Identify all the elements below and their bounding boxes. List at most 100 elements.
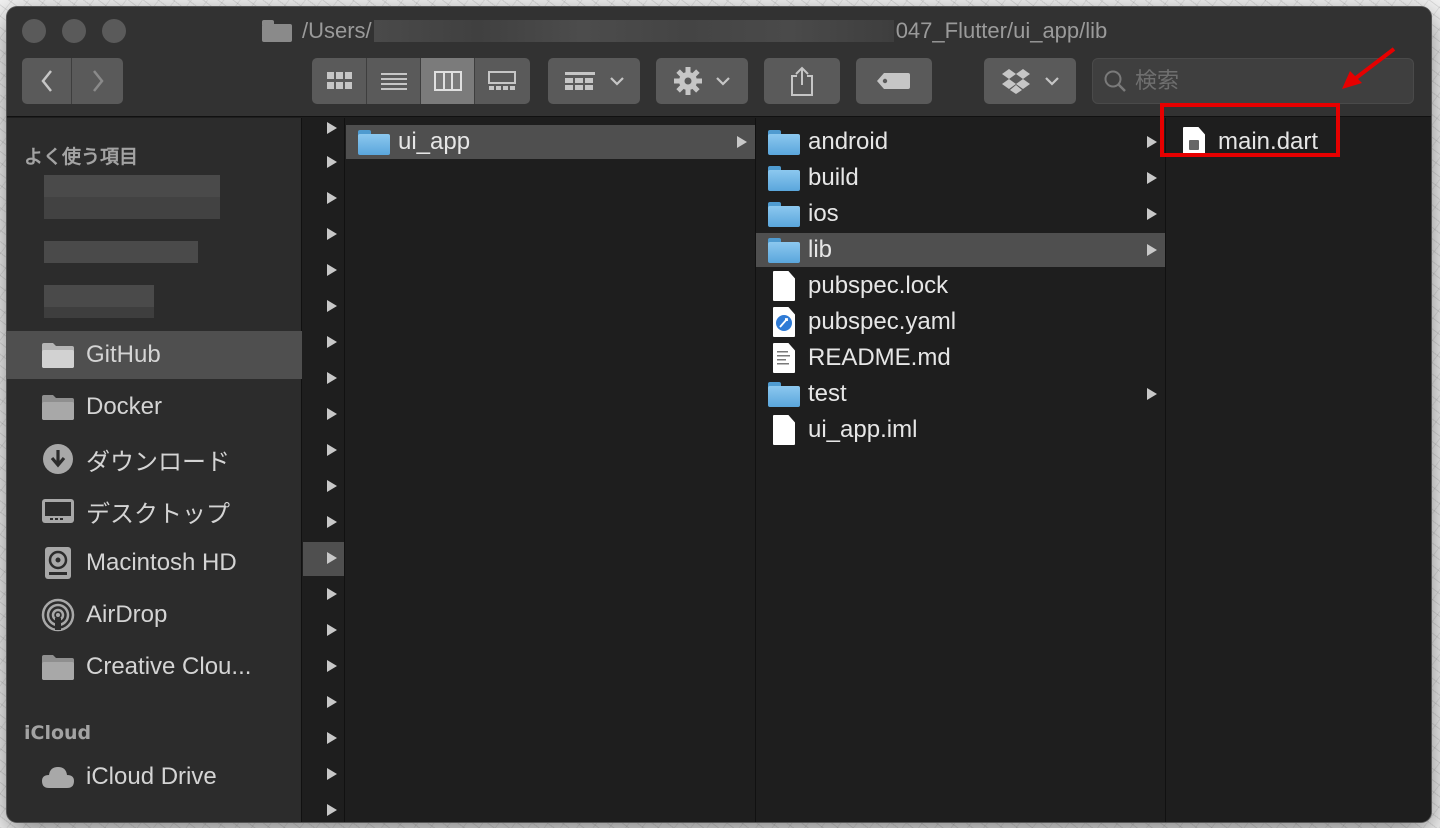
disclosure-arrow — [1147, 388, 1157, 400]
search-icon — [1104, 70, 1126, 92]
icon-view-button[interactable] — [313, 58, 367, 104]
redacted-item — [44, 175, 220, 197]
disclosure-arrow[interactable] — [327, 192, 337, 204]
disclosure-arrow[interactable] — [327, 696, 337, 708]
path-suffix: 047_Flutter/ui_app/lib — [895, 18, 1108, 43]
sidebar-item-label: Creative Clou... — [86, 653, 252, 680]
column-view-button[interactable] — [421, 58, 475, 104]
disclosure-arrow[interactable] — [327, 552, 337, 564]
selected-row — [303, 542, 344, 576]
file-icon — [768, 415, 800, 445]
sidebar-item-docker[interactable]: Docker — [7, 383, 302, 431]
gallery-icon — [488, 71, 516, 90]
disclosure-arrow[interactable] — [327, 588, 337, 600]
disclosure-arrow[interactable] — [327, 768, 337, 780]
highlight-box — [1160, 103, 1340, 157]
sidebar-item-airdrop[interactable]: AirDrop — [7, 591, 302, 639]
sidebar-item-icloud-drive[interactable]: iCloud Drive — [7, 753, 302, 801]
folder-icon — [262, 20, 292, 42]
list-item-android[interactable]: android — [756, 125, 1165, 159]
chevron-right-icon — [92, 70, 104, 92]
sidebar-item-github[interactable]: GitHub — [7, 331, 302, 379]
disclosure-arrow[interactable] — [327, 408, 337, 420]
disclosure-arrow[interactable] — [327, 122, 337, 134]
redacted-item — [44, 197, 220, 219]
cloud-icon — [40, 761, 76, 793]
folder-icon — [40, 651, 76, 683]
list-item-ui-app-iml[interactable]: ui_app.iml — [756, 413, 1165, 447]
disclosure-arrow[interactable] — [327, 516, 337, 528]
sidebar-item-label: デスクトップ — [86, 500, 230, 528]
sidebar-item-macintosh-hd[interactable]: Macintosh HD — [7, 539, 302, 587]
list-item-ios[interactable]: ios — [756, 197, 1165, 231]
gallery-view-button[interactable] — [475, 58, 529, 104]
action-button[interactable] — [656, 58, 748, 104]
share-button[interactable] — [764, 58, 840, 104]
folder-icon — [40, 391, 76, 423]
disclosure-arrow[interactable] — [327, 660, 337, 672]
sidebar-item-label: AirDrop — [86, 601, 168, 628]
folder-icon — [40, 339, 76, 371]
tag-button[interactable] — [856, 58, 932, 104]
item-name: pubspec.yaml — [808, 308, 957, 335]
sidebar-item-downloads[interactable]: ダウンロード — [7, 435, 302, 483]
sidebar-item-label: ダウンロード — [86, 448, 230, 476]
list-item-build[interactable]: build — [756, 161, 1165, 195]
disclosure-arrow[interactable] — [327, 624, 337, 636]
group-grid-icon — [565, 72, 595, 90]
list-item-readme[interactable]: README.md — [756, 341, 1165, 375]
dropbox-button[interactable] — [984, 58, 1076, 104]
redacted-item — [44, 285, 154, 307]
list-item-ui-app[interactable]: ui_app — [346, 125, 755, 159]
item-name: lib — [808, 236, 833, 263]
minimize-window-button[interactable] — [62, 19, 86, 43]
yaml-file-icon — [768, 307, 800, 337]
item-name: build — [808, 164, 859, 191]
folder-icon — [358, 129, 390, 155]
zoom-window-button[interactable] — [102, 19, 126, 43]
close-window-button[interactable] — [22, 19, 46, 43]
item-name: README.md — [808, 344, 951, 371]
column-github: ui_app — [346, 118, 756, 822]
disclosure-arrow[interactable] — [327, 372, 337, 384]
list-item-test[interactable]: test — [756, 377, 1165, 411]
list-item-pubspec-lock[interactable]: pubspec.lock — [756, 269, 1165, 303]
tag-icon — [877, 73, 910, 89]
disclosure-arrow[interactable] — [327, 228, 337, 240]
disclosure-arrow — [1147, 208, 1157, 220]
folder-icon — [768, 201, 800, 227]
column-lib: main.dart — [1166, 118, 1431, 822]
redacted-path — [373, 20, 894, 42]
sidebar: よく使う項目 GitHub Docker ダウンロード デスクトップ Macin… — [7, 118, 302, 822]
back-button[interactable] — [22, 58, 72, 104]
sidebar-item-desktop[interactable]: デスクトップ — [7, 487, 302, 535]
folder-icon — [768, 237, 800, 263]
disclosure-arrow[interactable] — [327, 732, 337, 744]
list-item-lib[interactable]: lib — [756, 233, 1165, 267]
download-icon — [40, 443, 76, 475]
list-item-pubspec-yaml[interactable]: pubspec.yaml — [756, 305, 1165, 339]
share-icon — [791, 66, 813, 96]
disclosure-arrow[interactable] — [327, 444, 337, 456]
disclosure-arrow[interactable] — [327, 156, 337, 168]
file-icon — [768, 271, 800, 301]
disclosure-arrow[interactable] — [327, 804, 337, 816]
group-button[interactable] — [548, 58, 640, 104]
desktop-icon — [40, 495, 76, 527]
disclosure-arrow[interactable] — [327, 264, 337, 276]
sidebar-item-creative-cloud[interactable]: Creative Clou... — [7, 643, 302, 691]
sidebar-item-label: Macintosh HD — [86, 549, 237, 576]
sidebar-item-label: GitHub — [86, 341, 161, 368]
redacted-item — [44, 307, 154, 318]
parent-column — [303, 118, 345, 822]
item-name: pubspec.lock — [808, 272, 949, 299]
view-mode-segment — [312, 58, 530, 104]
disclosure-arrow[interactable] — [327, 480, 337, 492]
disclosure-arrow[interactable] — [327, 300, 337, 312]
forward-button[interactable] — [72, 58, 123, 104]
list-view-button[interactable] — [367, 58, 421, 104]
text-file-icon — [768, 343, 800, 373]
icloud-header: iCloud — [24, 722, 92, 744]
disclosure-arrow[interactable] — [327, 336, 337, 348]
sidebar-item-label: Docker — [86, 393, 163, 420]
